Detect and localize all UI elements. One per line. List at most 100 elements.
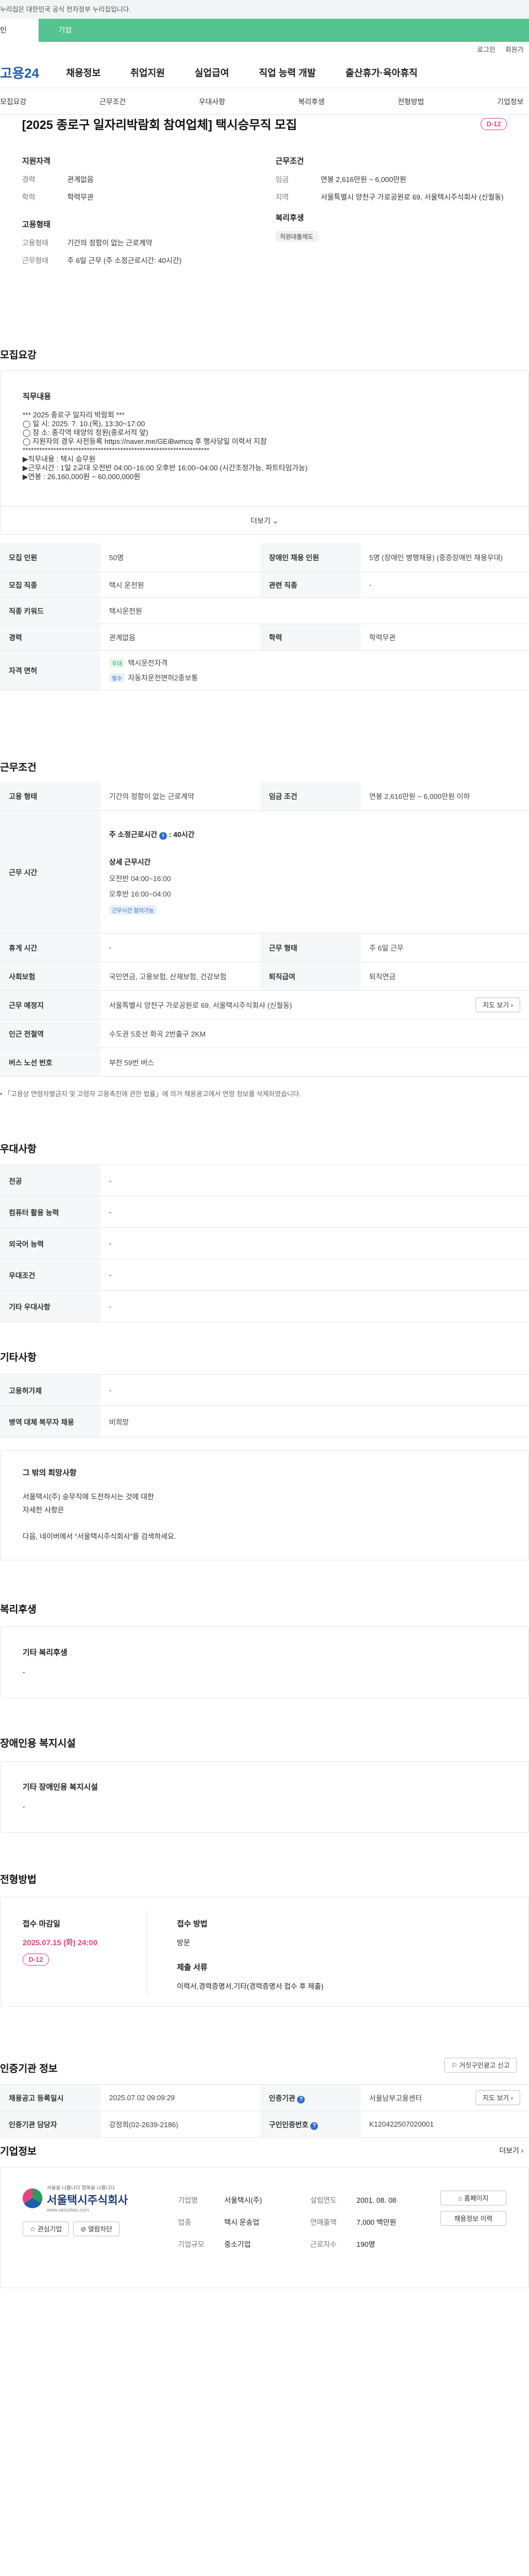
company-logo: 서울을 나릅니다 행복을 나릅니다 서울택시주식회사 www.seoultaxi… (23, 2184, 133, 2236)
facility-value: - (23, 1802, 25, 1811)
duty-more-label: 더보기 (250, 517, 271, 525)
preferred-condition-label: 우대조건 (0, 1259, 100, 1291)
wish-line: 서울택시(주) 승무직에 도전하시는 것에 대한 (23, 1493, 154, 1501)
recruit-table: 모집 인원 50명 장애인 채용 인원 5명 (장애인 병행채용) (중증장애인… (0, 543, 529, 690)
summary-right: 근무조건 임금 연봉 2,616만원 ~ 6,000만원 지역 서울특별시 양천구 … (276, 155, 507, 272)
gov-notice-text: 누리집은 대한민국 공식 전자정부 누리집입니다. (0, 6, 131, 13)
license-value: 우대 택시운전자격 필수 자동차운전면허2종보통 (100, 650, 529, 690)
revenue-value: 7,000 백만원 (357, 2218, 397, 2226)
age-notice: • 「고용상 연령차별금지 및 고령자 고용촉진에 관한 법률」에 의거 채용광… (0, 1090, 301, 1098)
subway-label: 인근 전철역 (0, 1019, 100, 1048)
computer-skill-value: - (100, 1196, 529, 1228)
age-notice-text: 「고용상 연령차별금지 및 고령자 고용촉진에 관한 법률」에 의거 채용광고에… (4, 1090, 301, 1098)
chevron-right-icon: › (511, 2094, 513, 2102)
benefits-section-title: 복리후생 (0, 1604, 37, 1615)
company-section-title: 기업정보 (0, 2146, 37, 2157)
deadline-block: 접수 마감일 2025.07.15 (화) 24:00 D-12 (23, 1918, 98, 1966)
summary-wage-label: 임금 (276, 175, 289, 184)
section-nav-recruit[interactable]: 모집요강 (0, 96, 26, 106)
block-view-button[interactable]: ⊘ 열람차단 (73, 2221, 120, 2236)
company-more-link[interactable]: 더보기 › (499, 2145, 523, 2155)
summary-work-form-label: 근무형태 (22, 256, 48, 265)
block-icon: ⊘ (80, 2225, 87, 2233)
qualification-heading: 지원자격 (22, 157, 51, 165)
bus-value: 부천 59번 버스 (100, 1048, 529, 1077)
disabled-count-value: 5명 (장애인 병행채용) (중증장애인 채용우대) (360, 543, 529, 572)
duty-line: ▶연봉 : 26,160,000원 ~ 60,000,000원 (23, 473, 141, 481)
utility-bar: 로그인 회원가 (0, 42, 529, 56)
cert-table: 채용공고 등록일시 2025.07.02 09:09:29 인증기관 ? 서울남… (0, 2084, 529, 2138)
duty-more-button[interactable]: 더보기 ⌄ (1, 506, 528, 535)
employees-value: 190명 (357, 2240, 375, 2248)
company-box: 서울을 나릅니다 행복을 나릅니다 서울택시주식회사 www.seoultaxi… (0, 2167, 529, 2288)
language-label: 외국어 능력 (0, 1227, 100, 1259)
detail-hours-heading: 상세 근무시간 (109, 858, 151, 866)
workplace-address: 서울특별시 양천구 가로공원로 69, 서울택시주식회사 (신월동) (109, 1001, 292, 1010)
duty-line: ▶근무시간 : 1일 2교대 오전반 04:00~16:00 오후반 16:00… (23, 464, 308, 472)
work-permit-value: - (100, 1374, 529, 1406)
work-section-title: 근무조건 (0, 762, 37, 773)
summary-employment-type-label: 고용형태 (22, 239, 48, 247)
job-type-value: 택시 운전원 (100, 572, 260, 598)
afternoon-shift: 오후반 16:00~04:00 (109, 890, 171, 898)
computer-skill-label: 컴퓨터 활용 능력 (0, 1196, 100, 1228)
section-nav-process[interactable]: 전형방법 (398, 96, 424, 106)
menu-employment-support[interactable]: 취업지원 (131, 65, 165, 79)
welfare-chip: 직원대출제도 (276, 231, 318, 242)
tab-personal[interactable]: 인 (0, 19, 39, 42)
duty-heading: 직무내용 (23, 392, 51, 401)
job-history-button[interactable]: 채용정보 이력 (440, 2211, 506, 2226)
menu-skills-development[interactable]: 직업 능력 개발 (259, 65, 316, 79)
facility-section-title: 장애인용 복지시설 (0, 1738, 76, 1749)
table-row: 병역 대체 복무자 채용 비희망 (0, 1405, 529, 1437)
employment-type-label: 고용 형태 (0, 782, 100, 811)
main-menu: 채용정보 취업지원 실업급여 직업 능력 개발 출산휴가·육아휴직 (66, 65, 418, 79)
login-link[interactable]: 로그인 (477, 45, 495, 54)
dday-badge: D-12 (480, 118, 507, 130)
table-row: 모집 인원 50명 장애인 채용 인원 5명 (장애인 병행채용) (중증장애인… (0, 543, 529, 572)
conditions-heading: 근무조건 (276, 157, 304, 165)
report-ad-label: 거짓구인광고 신고 (459, 2062, 510, 2069)
info-icon[interactable]: i (159, 832, 167, 840)
agency-manager-label: 인증기관 담당자 (0, 2111, 100, 2138)
agency-map-button[interactable]: 지도 보기 › (476, 2090, 520, 2105)
summary-area: 지역 서울특별시 양천구 가로공원로 69, 서울택시주식회사 (신월동) (276, 192, 507, 203)
count-value: 50명 (100, 543, 260, 572)
info-icon[interactable]: ? (310, 2122, 319, 2130)
workplace-label: 근무 예정지 (0, 990, 100, 1019)
interest-company-button[interactable]: ☆ 관심기업 (23, 2221, 69, 2236)
site-logo[interactable]: 고용24 (0, 62, 66, 82)
benefits-box: 기타 복리후생 - (0, 1627, 529, 1698)
section-nav-welfare[interactable]: 복리후생 (298, 96, 325, 106)
insurance-value: 국민연금, 고용보험, 산재보험, 건강보험 (100, 962, 260, 991)
company-info-2: 설립연도 2001. 08. 08 연매출액 7,000 백만원 근로자수 190명 (310, 2189, 396, 2256)
duty-line: ▶직무내용 : 택시 승무원 (23, 455, 96, 463)
signup-link[interactable]: 회원가 (505, 45, 523, 54)
homepage-button[interactable]: ⌂ 홈페이지 (440, 2191, 506, 2205)
company-logo-name: 서울택시주식회사 (47, 2194, 128, 2207)
menu-unemployment-benefit[interactable]: 실업급여 (195, 65, 229, 79)
section-nav: 모집요강 근무조건 우대사항 복리후생 전형방법 기업정보 (0, 88, 529, 115)
preference-section-title: 우대사항 (0, 1144, 37, 1155)
report-ad-button[interactable]: ⚐ 거짓구인광고 신고 (444, 2058, 517, 2073)
employment-type-value: 기간의 정함이 없는 근로계약 (100, 782, 260, 811)
section-nav-conditions[interactable]: 근무조건 (99, 96, 126, 106)
menu-parental-leave[interactable]: 출산휴가·육아휴직 (346, 65, 418, 79)
duty-line: *** 2025 종로구 일자리 박람회 *** (23, 411, 125, 419)
block-view-label: 열람차단 (88, 2225, 112, 2233)
duty-text: *** 2025 종로구 일자리 박람회 *** ◯ 일 시: 2025. 7.… (23, 411, 506, 481)
workplace-map-button[interactable]: 지도 보기 › (476, 997, 520, 1012)
related-job-value: - (360, 572, 529, 598)
info-icon[interactable]: ? (297, 2095, 305, 2103)
tab-company[interactable]: 기업 (39, 19, 99, 42)
severance-label: 퇴직급여 (260, 962, 360, 991)
founded-label: 설립연도 (310, 2196, 337, 2204)
company-logo-mark (23, 2188, 42, 2208)
company-name-label: 기업명 (178, 2196, 198, 2204)
table-row: 기타 우대사항 - (0, 1290, 529, 1322)
section-nav-company[interactable]: 기업정보 (497, 96, 523, 106)
menu-jobs[interactable]: 채용정보 (66, 65, 101, 79)
section-nav-preference[interactable]: 우대사항 (199, 96, 225, 106)
summary-education-label: 학력 (22, 192, 35, 201)
wish-text: 서울택시(주) 승무직에 도전하시는 것에 대한 자세한 사항은 다음, 네이버… (23, 1490, 506, 1543)
